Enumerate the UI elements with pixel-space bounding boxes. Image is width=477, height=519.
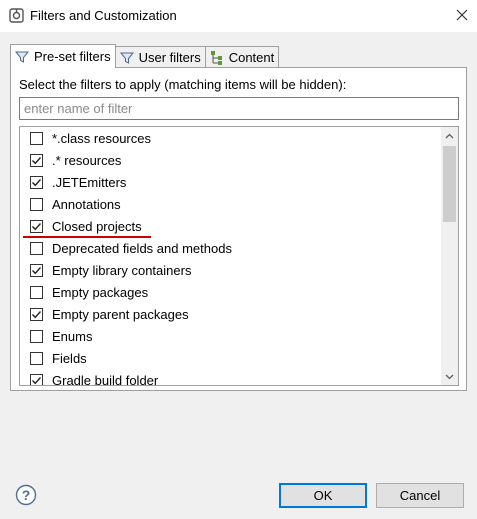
filter-checkbox[interactable] bbox=[30, 131, 43, 145]
filter-checkbox[interactable] bbox=[30, 373, 43, 385]
close-icon bbox=[456, 9, 468, 21]
filter-item[interactable]: Empty packages bbox=[20, 281, 440, 303]
filter-checkbox[interactable] bbox=[30, 153, 43, 167]
filter-item[interactable]: Fields bbox=[20, 347, 440, 369]
filter-checkbox[interactable] bbox=[30, 219, 43, 233]
eclipse-app-icon bbox=[9, 8, 24, 23]
checkmark-icon bbox=[32, 156, 42, 164]
filter-item-label: Deprecated fields and methods bbox=[52, 240, 232, 256]
filter-item-label: Empty packages bbox=[52, 284, 149, 300]
filter-item-label: Empty library containers bbox=[52, 262, 192, 278]
filter-item[interactable]: Empty parent packages bbox=[20, 303, 440, 325]
filter-item-label: Gradle build folder bbox=[52, 372, 159, 386]
pre-set-filters-panel: Select the filters to apply (matching it… bbox=[10, 67, 467, 391]
filter-item[interactable]: .* resources bbox=[20, 149, 440, 171]
tab-pre-set-filters[interactable]: Pre-set filters bbox=[10, 44, 116, 68]
chevron-down-icon bbox=[445, 374, 454, 379]
filter-item-label: Empty parent packages bbox=[52, 306, 189, 322]
checkmark-icon bbox=[32, 178, 42, 186]
checkmark-icon bbox=[32, 376, 42, 384]
filter-checkbox[interactable] bbox=[30, 263, 43, 277]
filter-checkbox[interactable] bbox=[30, 285, 43, 299]
filter-item[interactable]: Empty library containers bbox=[20, 259, 440, 281]
filter-item-label: Closed projects bbox=[52, 218, 142, 234]
filter-item-label: Enums bbox=[52, 328, 93, 344]
filter-checkbox[interactable] bbox=[30, 197, 43, 211]
tab-label: Content bbox=[228, 50, 275, 65]
cancel-button[interactable]: Cancel bbox=[376, 483, 464, 508]
scrollbar-thumb[interactable] bbox=[443, 146, 456, 222]
filter-list[interactable]: *.class resources .* resources .JETEmitter… bbox=[19, 126, 459, 386]
filter-icon bbox=[14, 51, 30, 63]
filter-checkbox[interactable] bbox=[30, 329, 43, 343]
window-title: Filters and Customization bbox=[30, 8, 177, 23]
filter-item-label: Annotations bbox=[52, 196, 121, 212]
title-bar: Filters and Customization bbox=[0, 0, 477, 32]
filter-search-input[interactable] bbox=[19, 97, 459, 120]
filter-item[interactable]: Deprecated fields and methods bbox=[20, 237, 440, 259]
scroll-down-button[interactable] bbox=[441, 368, 458, 385]
tab-label: Pre-set filters bbox=[34, 49, 111, 64]
svg-text:?: ? bbox=[22, 487, 31, 503]
filter-item-label: .JETEmitters bbox=[52, 174, 127, 190]
filter-item[interactable]: Enums bbox=[20, 325, 440, 347]
filter-checkbox[interactable] bbox=[30, 241, 43, 255]
filter-item[interactable]: Annotations bbox=[20, 193, 440, 215]
filter-checkbox[interactable] bbox=[30, 175, 43, 189]
filter-item-label: .* resources bbox=[52, 152, 122, 168]
filter-item[interactable]: Gradle build folder bbox=[20, 369, 440, 386]
close-button[interactable] bbox=[452, 5, 472, 25]
checkmark-icon bbox=[32, 266, 42, 274]
instruction-label: Select the filters to apply (matching it… bbox=[19, 77, 347, 92]
tab-user-filters[interactable]: User filters bbox=[114, 46, 206, 68]
scroll-up-button[interactable] bbox=[441, 127, 458, 144]
filter-item-label: *.class resources bbox=[52, 130, 151, 146]
filter-item[interactable]: Closed projects bbox=[20, 215, 440, 237]
highlight-underline bbox=[23, 236, 151, 238]
ok-button[interactable]: OK bbox=[279, 483, 367, 508]
tab-label: User filters bbox=[138, 50, 201, 65]
filter-item[interactable]: *.class resources bbox=[20, 127, 440, 149]
checkmark-icon bbox=[32, 310, 42, 318]
filter-item-label: Fields bbox=[52, 350, 87, 366]
vertical-scrollbar[interactable] bbox=[441, 127, 458, 385]
filter-item[interactable]: .JETEmitters bbox=[20, 171, 440, 193]
filter-checkbox[interactable] bbox=[30, 351, 43, 365]
chevron-up-icon bbox=[445, 133, 454, 138]
help-icon[interactable]: ? bbox=[15, 484, 37, 506]
filter-icon bbox=[119, 52, 134, 64]
content-tree-icon bbox=[210, 50, 222, 65]
tab-strip: Pre-set filters User filters Content bbox=[10, 44, 280, 68]
checkmark-icon bbox=[32, 222, 42, 230]
tab-content[interactable]: Content bbox=[204, 46, 280, 68]
filter-checkbox[interactable] bbox=[30, 307, 43, 321]
